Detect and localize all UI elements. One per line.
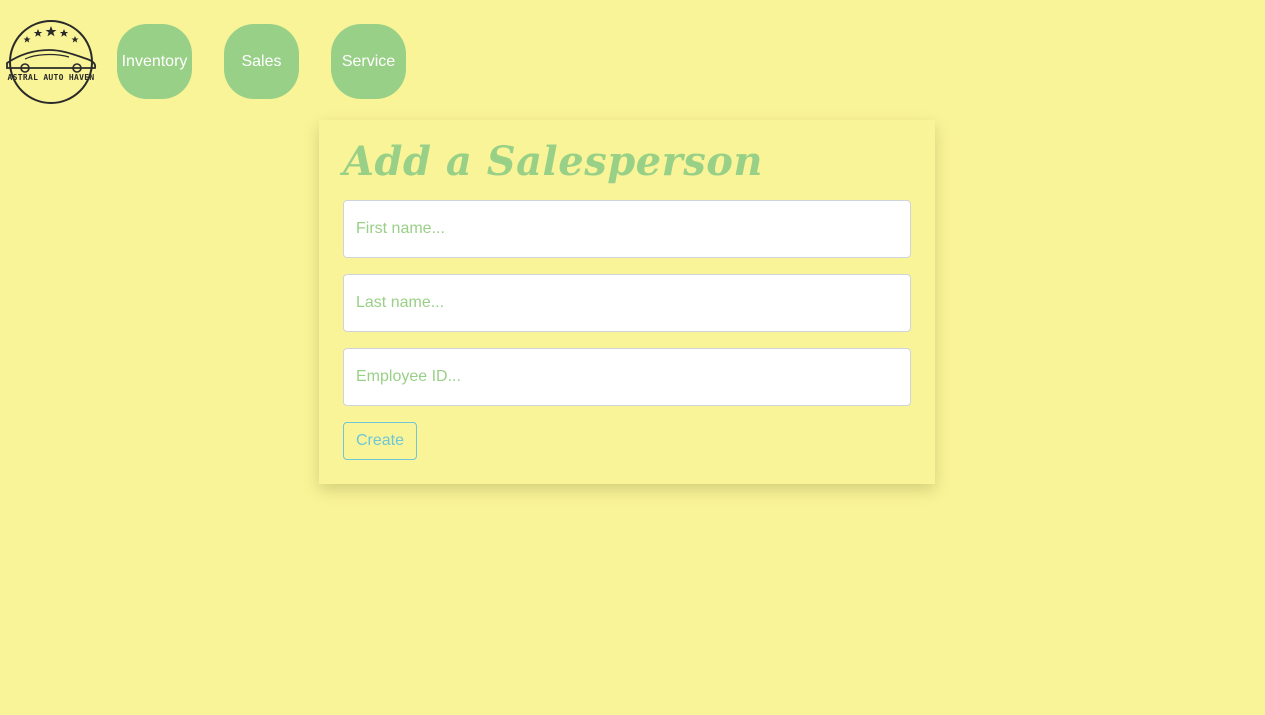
nav-inventory-button[interactable]: Inventory bbox=[117, 24, 192, 99]
first-name-input[interactable] bbox=[343, 200, 911, 258]
nav-sales-button[interactable]: Sales bbox=[224, 24, 299, 99]
nav-service-button[interactable]: Service bbox=[331, 24, 406, 99]
top-nav: ASTRAL AUTO HAVEN Inventory Sales Servic… bbox=[0, 0, 1265, 120]
brand-logo-text: ASTRAL AUTO HAVEN bbox=[7, 73, 95, 82]
page-title: Add a Salesperson bbox=[343, 138, 763, 185]
add-salesperson-card: Add a Salesperson Create bbox=[319, 120, 935, 484]
brand-logo-icon[interactable]: ASTRAL AUTO HAVEN bbox=[3, 19, 99, 105]
create-button[interactable]: Create bbox=[343, 422, 417, 460]
last-name-input[interactable] bbox=[343, 274, 911, 332]
employee-id-input[interactable] bbox=[343, 348, 911, 406]
